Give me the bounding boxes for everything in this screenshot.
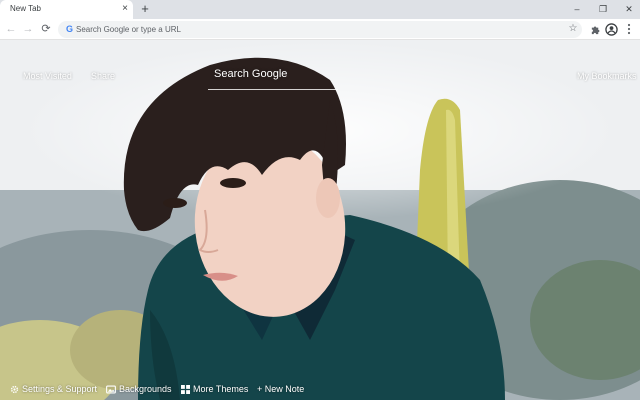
tab-title: New Tab bbox=[10, 4, 41, 13]
browser-toolbar: ← → ⟳ G ☆ bbox=[0, 19, 640, 40]
bottom-bar: Settings & Support Backgrounds More Them… bbox=[0, 380, 640, 400]
tab-strip: New Tab × + – ❐ ✕ bbox=[0, 0, 640, 19]
most-visited-link[interactable]: Most Visited bbox=[23, 71, 72, 81]
google-icon: G bbox=[65, 24, 73, 34]
kebab-menu-icon[interactable] bbox=[622, 22, 636, 36]
omnibox[interactable]: G ☆ bbox=[58, 21, 582, 38]
settings-support-label: Settings & Support bbox=[22, 384, 98, 394]
new-note-button[interactable]: + New Note bbox=[257, 384, 304, 394]
new-note-label: + New Note bbox=[257, 384, 305, 394]
reload-icon[interactable]: ⟳ bbox=[39, 22, 53, 36]
share-link[interactable]: Share bbox=[91, 71, 115, 81]
search-label: Search Google bbox=[214, 68, 288, 80]
extensions-icon[interactable] bbox=[588, 22, 602, 36]
image-icon bbox=[106, 384, 116, 393]
tab-new-tab[interactable]: New Tab × bbox=[0, 0, 133, 19]
more-themes-label: More Themes bbox=[193, 384, 249, 394]
profile-icon[interactable] bbox=[604, 22, 618, 36]
settings-support-button[interactable]: Settings & Support bbox=[10, 384, 97, 394]
bookmark-star-icon[interactable]: ☆ bbox=[566, 22, 580, 36]
grid-icon bbox=[181, 384, 190, 394]
restore-icon[interactable]: ❐ bbox=[593, 2, 613, 16]
search-box[interactable]: Search Google bbox=[208, 66, 338, 90]
new-tab-button[interactable]: + bbox=[138, 2, 152, 16]
tab-close-icon[interactable]: × bbox=[119, 3, 131, 15]
backgrounds-label: Backgrounds bbox=[119, 384, 172, 394]
omnibox-input[interactable] bbox=[76, 22, 546, 37]
forward-icon[interactable]: → bbox=[21, 22, 35, 36]
close-window-icon[interactable]: ✕ bbox=[619, 2, 639, 16]
background-photo bbox=[0, 40, 640, 400]
more-themes-button[interactable]: More Themes bbox=[181, 384, 248, 394]
my-bookmarks-link[interactable]: My Bookmarks bbox=[577, 71, 637, 81]
back-icon[interactable]: ← bbox=[4, 22, 18, 36]
new-tab-page: Most Visited Share My Bookmarks Search G… bbox=[0, 40, 640, 400]
minimize-icon[interactable]: – bbox=[567, 2, 587, 16]
gear-icon bbox=[10, 385, 19, 393]
backgrounds-button[interactable]: Backgrounds bbox=[106, 384, 172, 394]
